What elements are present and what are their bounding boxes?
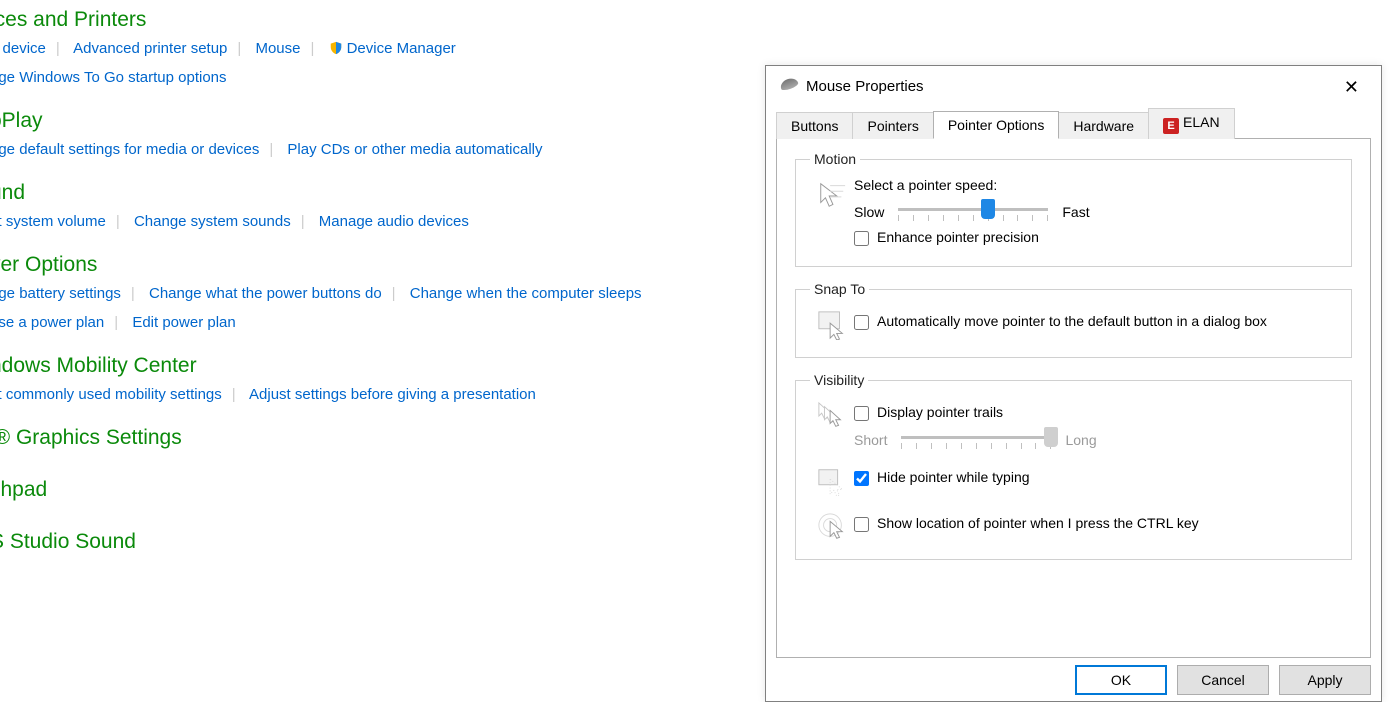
link-autoplay-defaults[interactable]: nge default settings for media or device… (0, 141, 259, 158)
tab-hardware[interactable]: Hardware (1058, 112, 1149, 139)
dialog-title: Mouse Properties (806, 78, 924, 95)
enhance-precision-checkbox[interactable] (854, 231, 869, 246)
link-adjust-volume[interactable]: st system volume (0, 213, 106, 230)
dialog-button-bar: OK Cancel Apply (1075, 665, 1371, 695)
category-devices: ices and Printers (0, 8, 750, 32)
link-mobility-settings[interactable]: st commonly used mobility settings (0, 386, 222, 403)
pointer-speed-label: Select a pointer speed: (854, 177, 1337, 193)
apply-button[interactable]: Apply (1279, 665, 1371, 695)
hide-while-typing-checkbox[interactable] (854, 471, 869, 486)
fast-label: Fast (1062, 204, 1089, 220)
link-battery-settings[interactable]: nge battery settings (0, 285, 121, 302)
category-mobility: ndows Mobility Center (0, 354, 750, 378)
link-advanced-printer-setup[interactable]: Advanced printer setup (73, 40, 227, 57)
enhance-precision-label[interactable]: Enhance pointer precision (877, 229, 1039, 245)
pointer-speed-icon (810, 177, 854, 213)
group-visibility-legend: Visibility (810, 372, 868, 388)
pointer-trails-icon (810, 398, 854, 434)
tab-content: Motion Select a pointer speed: Slow Fas (776, 138, 1371, 658)
snapto-icon (810, 307, 854, 343)
short-label: Short (854, 432, 887, 448)
link-audio-devices[interactable]: Manage audio devices (319, 213, 469, 230)
snapto-label[interactable]: Automatically move pointer to the defaul… (877, 313, 1267, 329)
cancel-button[interactable]: Cancel (1177, 665, 1269, 695)
category-autoplay: oPlay (0, 109, 750, 133)
tab-buttons[interactable]: Buttons (776, 112, 853, 139)
group-motion: Motion Select a pointer speed: Slow Fas (795, 151, 1352, 267)
link-power-plan[interactable]: ose a power plan (0, 314, 104, 331)
pointer-trails-slider (901, 429, 1051, 451)
hide-while-typing-label[interactable]: Hide pointer while typing (877, 469, 1030, 485)
tab-pointers[interactable]: Pointers (852, 112, 933, 139)
snapto-checkbox[interactable] (854, 315, 869, 330)
link-add-device[interactable]: a device (0, 40, 46, 57)
ctrl-locate-icon (810, 509, 854, 545)
ok-button[interactable]: OK (1075, 665, 1167, 695)
link-mouse[interactable]: Mouse (255, 40, 300, 57)
long-label: Long (1065, 432, 1096, 448)
slow-label: Slow (854, 204, 884, 220)
category-dts-sound: S Studio Sound (0, 530, 750, 554)
link-system-sounds[interactable]: Change system sounds (134, 213, 291, 230)
tabstrip: Buttons Pointers Pointer Options Hardwar… (766, 108, 1381, 138)
group-motion-legend: Motion (810, 151, 860, 167)
close-button[interactable]: ✕ (1336, 64, 1367, 110)
titlebar[interactable]: Mouse Properties ✕ (766, 66, 1381, 108)
ctrl-locate-label[interactable]: Show location of pointer when I press th… (877, 515, 1199, 531)
pointer-trails-label[interactable]: Display pointer trails (877, 404, 1003, 420)
category-sound: und (0, 181, 750, 205)
ctrl-locate-checkbox[interactable] (854, 517, 869, 532)
link-presentation-settings[interactable]: Adjust settings before giving a presenta… (249, 386, 536, 403)
link-computer-sleeps[interactable]: Change when the computer sleeps (410, 285, 642, 302)
link-device-manager[interactable]: Device Manager (347, 40, 456, 57)
elan-icon: E (1163, 118, 1179, 134)
hide-typing-icon (810, 463, 854, 499)
pointer-trails-checkbox[interactable] (854, 406, 869, 421)
link-edit-power-plan[interactable]: Edit power plan (132, 314, 235, 331)
mouse-titlebar-icon (779, 76, 799, 92)
control-panel-background: ices and Printers a device| Advanced pri… (0, 0, 750, 558)
group-snapto-legend: Snap To (810, 281, 869, 297)
pointer-speed-slider[interactable] (898, 201, 1048, 223)
tab-pointer-options[interactable]: Pointer Options (933, 111, 1060, 139)
link-power-buttons[interactable]: Change what the power buttons do (149, 285, 382, 302)
group-visibility: Visibility Display pointer trails Short (795, 372, 1352, 560)
group-snapto: Snap To Automatically move pointer to th… (795, 281, 1352, 358)
category-power: ver Options (0, 253, 750, 277)
link-wintogo[interactable]: nge Windows To Go startup options (0, 69, 227, 86)
category-intel-graphics: l® Graphics Settings (0, 426, 750, 450)
tab-elan[interactable]: EELAN (1148, 108, 1235, 139)
shield-icon (329, 38, 343, 52)
mouse-properties-dialog: Mouse Properties ✕ Buttons Pointers Poin… (765, 65, 1382, 702)
category-touchpad: chpad (0, 478, 750, 502)
link-play-cds[interactable]: Play CDs or other media automatically (287, 141, 542, 158)
